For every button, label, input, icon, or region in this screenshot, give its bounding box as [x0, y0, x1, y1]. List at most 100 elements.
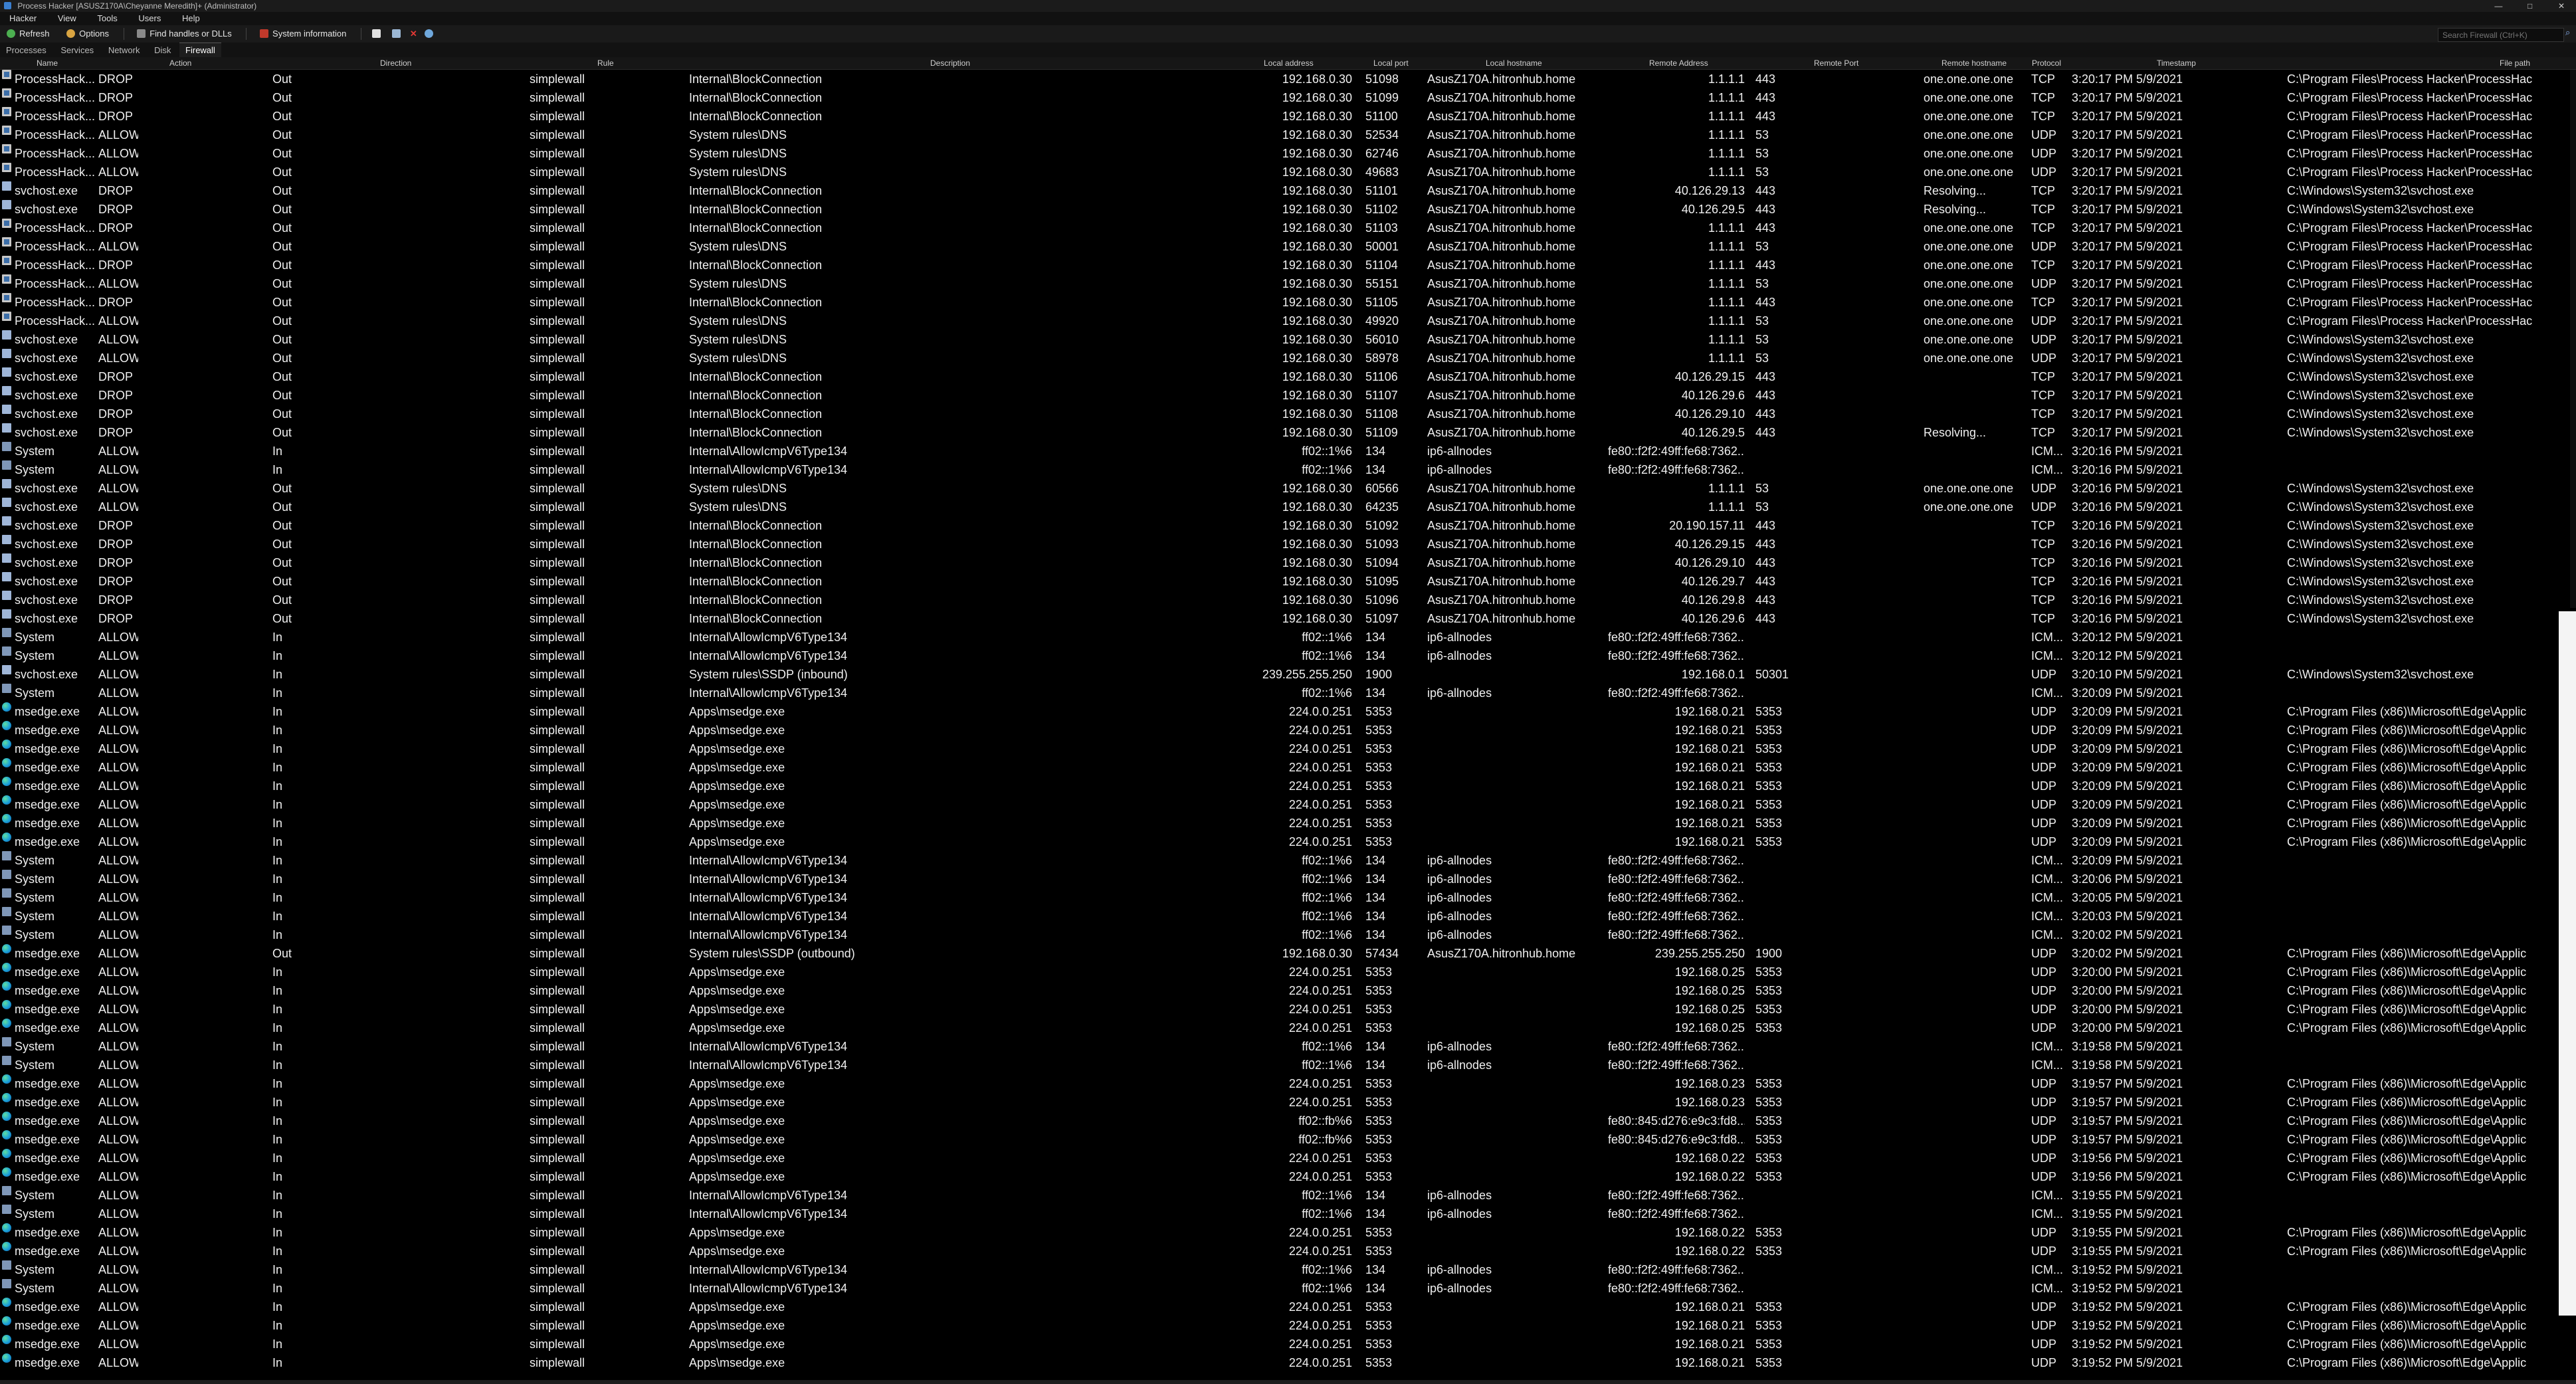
table-row[interactable]: msedge.exe ALLOW In simplewall Apps\msedge.e…: [0, 758, 2576, 777]
col-remote-address[interactable]: Remote Address: [1649, 57, 1708, 69]
col-action[interactable]: Action: [169, 57, 191, 69]
table-row[interactable]: msedge.exe ALLOW In simplewall Apps\msedge.e…: [0, 721, 2576, 740]
table-row[interactable]: msedge.exe ALLOW In simplewall Apps\msedge.e…: [0, 1149, 2576, 1167]
col-local-address[interactable]: Local address: [1264, 57, 1314, 69]
tab-network[interactable]: Network: [102, 43, 146, 58]
minimize-button[interactable]: —: [2484, 0, 2513, 12]
tab-services[interactable]: Services: [54, 43, 100, 58]
col-timestamp[interactable]: Timestamp: [2157, 57, 2196, 69]
table-row[interactable]: svchost.exe DROP Out simplewall Internal\Blo…: [0, 386, 2576, 405]
table-row[interactable]: msedge.exe ALLOW In simplewall Apps\msedge.e…: [0, 814, 2576, 833]
col-direction[interactable]: Direction: [380, 57, 411, 69]
table-row[interactable]: System ALLOW In simplewall Internal\AllowIcm…: [0, 926, 2576, 944]
table-row[interactable]: System ALLOW In simplewall Internal\AllowIcm…: [0, 1279, 2576, 1298]
table-row[interactable]: System ALLOW In simplewall Internal\AllowIcm…: [0, 907, 2576, 926]
table-row[interactable]: svchost.exe DROP Out simplewall Internal\Blo…: [0, 572, 2576, 591]
col-protocol[interactable]: Protocol: [2032, 57, 2061, 69]
table-row[interactable]: ProcessHack... DROP Out simplewall Internal\…: [0, 219, 2576, 237]
table-row[interactable]: System ALLOW In simplewall Internal\AllowIcm…: [0, 684, 2576, 702]
table-row[interactable]: System ALLOW In simplewall Internal\AllowIcm…: [0, 1205, 2576, 1223]
table-row[interactable]: svchost.exe ALLOW Out simplewall System rule…: [0, 479, 2576, 498]
table-row[interactable]: ProcessHack... ALLOW Out simplewall System r…: [0, 274, 2576, 293]
table-row[interactable]: msedge.exe ALLOW In simplewall Apps\msedge.e…: [0, 1112, 2576, 1130]
table-row[interactable]: System ALLOW In simplewall Internal\AllowIcm…: [0, 460, 2576, 479]
table-row[interactable]: msedge.exe ALLOW In simplewall Apps\msedge.e…: [0, 1223, 2576, 1242]
table-row[interactable]: svchost.exe DROP Out simplewall Internal\Blo…: [0, 535, 2576, 553]
table-row[interactable]: msedge.exe ALLOW In simplewall Apps\msedge.e…: [0, 1019, 2576, 1037]
table-row[interactable]: svchost.exe DROP Out simplewall Internal\Blo…: [0, 591, 2576, 609]
table-row[interactable]: System ALLOW In simplewall Internal\AllowIcm…: [0, 646, 2576, 665]
col-remote-port[interactable]: Remote Port: [1814, 57, 1858, 69]
col-file-path[interactable]: File path: [2500, 57, 2530, 69]
vertical-scrollbar[interactable]: [2570, 70, 2576, 608]
col-rule[interactable]: Rule: [597, 57, 614, 69]
table-row[interactable]: msedge.exe ALLOW In simplewall Apps\msedge.e…: [0, 833, 2576, 851]
refresh-button[interactable]: Refresh: [0, 25, 58, 43]
table-row[interactable]: msedge.exe ALLOW In simplewall Apps\msedge.e…: [0, 1316, 2576, 1335]
table-row[interactable]: msedge.exe ALLOW In simplewall Apps\msedge.e…: [0, 1242, 2576, 1260]
table-row[interactable]: svchost.exe DROP Out simplewall Internal\Blo…: [0, 516, 2576, 535]
table-row[interactable]: ProcessHack... ALLOW Out simplewall System r…: [0, 126, 2576, 144]
search-icon[interactable]: ⌕: [2565, 28, 2575, 37]
table-row[interactable]: svchost.exe DROP Out simplewall Internal\Blo…: [0, 609, 2576, 628]
system-information-button[interactable]: System information: [253, 25, 354, 43]
table-row[interactable]: ProcessHack... DROP Out simplewall Internal\…: [0, 107, 2576, 126]
tab-firewall[interactable]: Firewall: [179, 43, 221, 58]
table-row[interactable]: msedge.exe ALLOW In simplewall Apps\msedge.e…: [0, 777, 2576, 795]
table-row[interactable]: msedge.exe ALLOW In simplewall Apps\msedge.e…: [0, 1298, 2576, 1316]
table-row[interactable]: msedge.exe ALLOW In simplewall Apps\msedge.e…: [0, 981, 2576, 1000]
table-row[interactable]: ProcessHack... ALLOW Out simplewall System r…: [0, 237, 2576, 256]
table-row[interactable]: svchost.exe ALLOW Out simplewall System rule…: [0, 349, 2576, 367]
col-name[interactable]: Name: [37, 57, 58, 69]
table-row[interactable]: svchost.exe DROP Out simplewall Internal\Blo…: [0, 181, 2576, 200]
table-row[interactable]: svchost.exe DROP Out simplewall Internal\Blo…: [0, 423, 2576, 442]
table-row[interactable]: System ALLOW In simplewall Internal\AllowIcm…: [0, 851, 2576, 870]
table-row[interactable]: svchost.exe DROP Out simplewall Internal\Blo…: [0, 367, 2576, 386]
table-row[interactable]: ProcessHack... DROP Out simplewall Internal\…: [0, 88, 2576, 107]
table-row[interactable]: ProcessHack... ALLOW Out simplewall System r…: [0, 144, 2576, 163]
window-icon-button[interactable]: [368, 25, 386, 43]
menu-users[interactable]: Users: [129, 13, 170, 23]
table-row[interactable]: msedge.exe ALLOW In simplewall Apps\msedge.e…: [0, 740, 2576, 758]
terminate-button[interactable]: ✕: [409, 25, 419, 43]
table-row[interactable]: msedge.exe ALLOW In simplewall Apps\msedge.e…: [0, 1353, 2576, 1372]
tab-disk[interactable]: Disk: [148, 43, 177, 58]
col-local-port[interactable]: Local port: [1373, 57, 1409, 69]
table-row[interactable]: msedge.exe ALLOW In simplewall Apps\msedge.e…: [0, 1074, 2576, 1093]
table-row[interactable]: msedge.exe ALLOW In simplewall Apps\msedge.e…: [0, 1000, 2576, 1019]
table-row[interactable]: System ALLOW In simplewall Internal\AllowIcm…: [0, 1056, 2576, 1074]
table-row[interactable]: svchost.exe ALLOW Out simplewall System rule…: [0, 330, 2576, 349]
menu-hacker[interactable]: Hacker: [0, 13, 46, 23]
table-row[interactable]: System ALLOW In simplewall Internal\AllowIcm…: [0, 1260, 2576, 1279]
table-row[interactable]: ProcessHack... DROP Out simplewall Internal\…: [0, 293, 2576, 312]
table-row[interactable]: svchost.exe DROP Out simplewall Internal\Blo…: [0, 405, 2576, 423]
horizontal-scrollbar[interactable]: [0, 1380, 2576, 1384]
maximize-button[interactable]: □: [2516, 0, 2545, 12]
table-row[interactable]: msedge.exe ALLOW In simplewall Apps\msedge.e…: [0, 1093, 2576, 1112]
table-row[interactable]: ProcessHack... ALLOW Out simplewall System r…: [0, 163, 2576, 181]
menu-tools[interactable]: Tools: [88, 13, 126, 23]
col-remote-hostname[interactable]: Remote hostname: [1941, 57, 2007, 69]
table-row[interactable]: System ALLOW In simplewall Internal\AllowIcm…: [0, 870, 2576, 888]
table-row[interactable]: System ALLOW In simplewall Internal\AllowIcm…: [0, 628, 2576, 646]
table-row[interactable]: svchost.exe DROP Out simplewall Internal\Blo…: [0, 553, 2576, 572]
table-row[interactable]: System ALLOW In simplewall Internal\AllowIcm…: [0, 888, 2576, 907]
table-row[interactable]: System ALLOW In simplewall Internal\AllowIcm…: [0, 1186, 2576, 1205]
col-local-hostname[interactable]: Local hostname: [1486, 57, 1542, 69]
table-row[interactable]: ProcessHack... DROP Out simplewall Internal\…: [0, 256, 2576, 274]
table-row[interactable]: msedge.exe ALLOW In simplewall Apps\msedge.e…: [0, 1130, 2576, 1149]
firewall-event-list[interactable]: ProcessHack... DROP Out simplewall Internal\…: [0, 70, 2576, 1380]
table-row[interactable]: svchost.exe ALLOW Out simplewall System rule…: [0, 498, 2576, 516]
table-row[interactable]: msedge.exe ALLOW In simplewall Apps\msedge.e…: [0, 795, 2576, 814]
menu-view[interactable]: View: [49, 13, 86, 23]
find-handles-button[interactable]: Find handles or DLLs: [130, 25, 240, 43]
table-row[interactable]: msedge.exe ALLOW Out simplewall System rules…: [0, 944, 2576, 963]
tab-processes[interactable]: Processes: [0, 43, 52, 58]
options-button[interactable]: Options: [60, 25, 117, 43]
table-row[interactable]: svchost.exe DROP Out simplewall Internal\Blo…: [0, 200, 2576, 219]
table-row[interactable]: msedge.exe ALLOW In simplewall Apps\msedge.e…: [0, 1167, 2576, 1186]
menu-help[interactable]: Help: [173, 13, 209, 23]
table-row[interactable]: svchost.exe ALLOW In simplewall System rules…: [0, 665, 2576, 684]
properties-icon-button[interactable]: [388, 25, 406, 43]
search-input[interactable]: [2438, 28, 2564, 42]
